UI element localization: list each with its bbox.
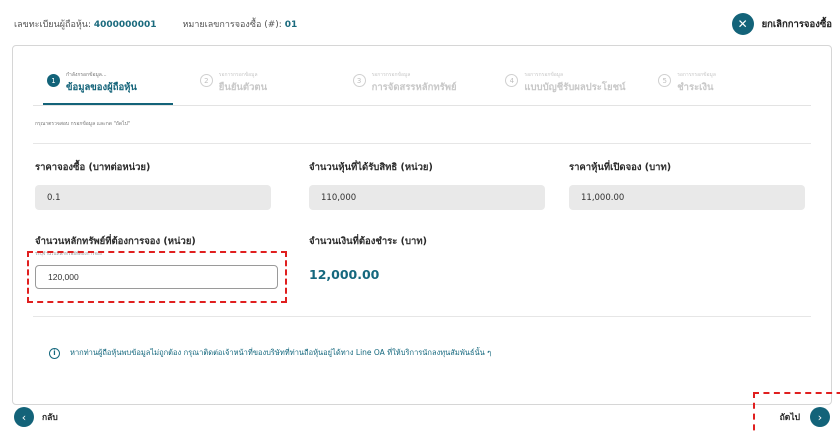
entitled-shares-field: จำนวนหุ้นที่ได้รับสิทธิ (หน่วย) 110,000 bbox=[309, 160, 545, 210]
stepper-track bbox=[33, 105, 811, 106]
holder-id-label: เลขทะเบียนผู้ถือหุ้น: bbox=[14, 20, 91, 30]
step-number: 2 bbox=[199, 74, 213, 87]
order-number-label: หมายเลขการจองซื้อ (#): bbox=[182, 20, 282, 30]
step-status: รอการกรอกข้อมูล bbox=[677, 72, 716, 78]
step-title: ข้อมูลของผู้ถือหุ้น bbox=[66, 82, 137, 93]
payment-amount-value: 12,000.00 bbox=[309, 267, 380, 282]
step-title: ยืนยันตัวตน bbox=[218, 82, 268, 93]
info-icon: i bbox=[49, 347, 60, 359]
holder-id: เลขทะเบียนผู้ถือหุ้น: 4000000001 bbox=[14, 17, 156, 31]
step-status: รอการกรอกข้อมูล bbox=[218, 72, 258, 78]
step-number: 4 bbox=[505, 74, 519, 87]
cancel-booking-button[interactable]: ✕ ยกเลิกการจองซื้อ bbox=[731, 13, 832, 35]
payment-amount-field: จำนวนเงินที่ต้องชำระ (บาท) 12,000.00 bbox=[309, 234, 545, 282]
price-per-unit-field: ราคาจองซื้อ (บาทต่อหน่วย) 0.1 bbox=[35, 160, 271, 210]
step-title: ชำระเงิน bbox=[677, 82, 714, 93]
highlight-box-quantity bbox=[27, 251, 287, 303]
active-step-indicator bbox=[43, 103, 173, 105]
back-label: กลับ bbox=[42, 413, 58, 423]
price-per-unit-value: 0.1 bbox=[35, 185, 271, 210]
order-number-value: 01 bbox=[284, 20, 298, 30]
divider bbox=[33, 316, 811, 317]
field-label: ราคาหุ้นที่เปิดจอง (บาท) bbox=[569, 162, 672, 173]
step-1: 1 กำลังกรอกข้อมูล... ข้อมูลของผู้ถือหุ้น bbox=[47, 71, 200, 101]
divider bbox=[33, 143, 811, 144]
step-3: 3 รอการกรอกข้อมูลการจัดสรรหลักทรัพย์ bbox=[352, 71, 506, 101]
back-button[interactable]: ‹ กลับ bbox=[14, 407, 58, 427]
field-label: จำนวนหลักทรัพย์ที่ต้องการจอง (หน่วย) bbox=[35, 236, 196, 247]
field-label: ราคาจองซื้อ (บาทต่อหน่วย) bbox=[35, 162, 151, 173]
step-number: 1 bbox=[47, 74, 60, 87]
highlight-box-next bbox=[753, 392, 840, 434]
field-label: จำนวนเงินที่ต้องชำระ (บาท) bbox=[309, 236, 427, 247]
step-title: แบบบัญชีรับผลประโยชน์ bbox=[524, 82, 626, 93]
offer-price-value: 11,000.00 bbox=[569, 185, 805, 210]
step-title: การจัดสรรหลักทรัพย์ bbox=[371, 82, 457, 93]
close-icon: ✕ bbox=[731, 13, 754, 35]
offer-price-field: ราคาหุ้นที่เปิดจอง (บาท) 11,000.00 bbox=[569, 160, 805, 210]
instruction-text: กรุณาตรวจสอบ กรอกข้อมูล และกด "ถัดไป" bbox=[35, 121, 131, 127]
cancel-booking-label: ยกเลิกการจองซื้อ bbox=[761, 18, 832, 30]
notice-text: หากท่านผู้ถือหุ้นพบข้อมูลไม่ถูกต้อง กรุณ… bbox=[70, 348, 492, 357]
stepper: 1 กำลังกรอกข้อมูล... ข้อมูลของผู้ถือหุ้น … bbox=[47, 71, 811, 101]
order-number: หมายเลขการจองซื้อ (#): 01 bbox=[182, 17, 297, 31]
notice: i หากท่านผู้ถือหุ้นพบข้อมูลไม่ถูกต้อง กร… bbox=[49, 347, 491, 359]
top-bar: เลขทะเบียนผู้ถือหุ้น: 4000000001 หมายเลข… bbox=[14, 12, 832, 36]
field-label: จำนวนหุ้นที่ได้รับสิทธิ (หน่วย) bbox=[309, 162, 433, 173]
form-card: 1 กำลังกรอกข้อมูล... ข้อมูลของผู้ถือหุ้น … bbox=[12, 45, 832, 405]
booking-info: เลขทะเบียนผู้ถือหุ้น: 4000000001 หมายเลข… bbox=[14, 17, 297, 31]
chevron-left-icon: ‹ bbox=[14, 407, 34, 427]
step-number: 5 bbox=[658, 74, 672, 87]
step-status: รอการกรอกข้อมูล bbox=[524, 72, 564, 78]
step-5: 5 รอการกรอกข้อมูลชำระเงิน bbox=[658, 71, 811, 101]
entitled-shares-value: 110,000 bbox=[309, 185, 545, 210]
step-status: กำลังกรอกข้อมูล... bbox=[66, 72, 107, 78]
step-status: รอการกรอกข้อมูล bbox=[371, 72, 411, 78]
holder-id-value: 4000000001 bbox=[93, 20, 157, 30]
step-2: 2 รอการกรอกข้อมูลยืนยันตัวตน bbox=[199, 71, 353, 101]
step-number: 3 bbox=[352, 74, 366, 87]
step-4: 4 รอการกรอกข้อมูลแบบบัญชีรับผลประโยชน์ bbox=[505, 71, 658, 101]
